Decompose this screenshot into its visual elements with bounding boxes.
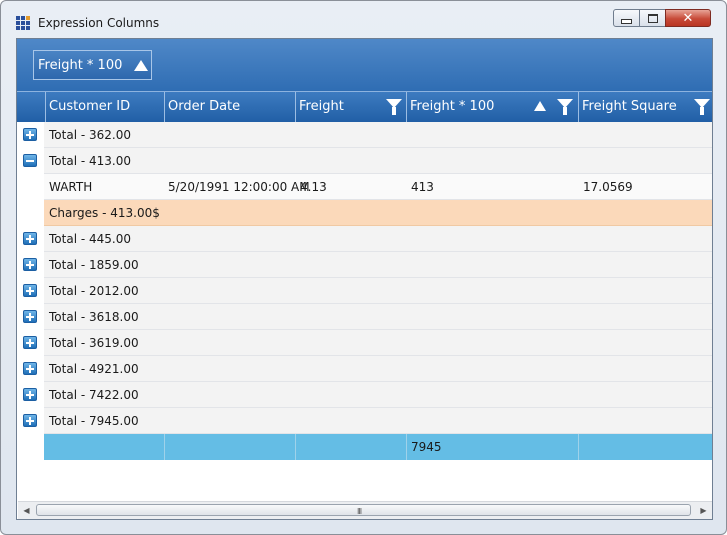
scrollbar-thumb[interactable]: III (36, 504, 691, 516)
application-window: Expression Columns ✕ Freight * 100 Custo… (0, 0, 727, 535)
column-header-label: Customer ID (49, 99, 131, 114)
expand-plus-icon[interactable] (23, 128, 37, 141)
group-header-label: Total - 2012.00 (49, 284, 139, 298)
minimize-button[interactable] (613, 9, 640, 27)
group-header-label: Total - 3619.00 (49, 336, 139, 350)
cell-order-date[interactable]: 5/20/1991 12:00:00 AM (168, 180, 310, 194)
cell-freight-square[interactable]: 17.0569 (583, 180, 633, 194)
group-row[interactable]: Total - 7422.00 (17, 382, 712, 408)
app-grid-icon (16, 16, 30, 30)
column-header-label: Order Date (168, 99, 241, 114)
group-row[interactable]: Total - 7945.00 (17, 408, 712, 434)
grid-rows: Total - 362.00 Total - 413.00 WARTH 5/20… (17, 122, 712, 462)
column-header-customer-id[interactable]: Customer ID (45, 92, 164, 122)
expand-plus-icon[interactable] (23, 414, 37, 427)
maximize-button[interactable] (639, 9, 666, 27)
expand-plus-icon[interactable] (23, 362, 37, 375)
group-header-label: Total - 7422.00 (49, 388, 139, 402)
group-row[interactable]: Total - 3619.00 (17, 330, 712, 356)
minimize-icon (621, 18, 632, 24)
title-bar[interactable]: Expression Columns ✕ (1, 1, 726, 35)
maximize-icon (647, 13, 658, 23)
close-button[interactable]: ✕ (665, 9, 711, 27)
cell-freight-100[interactable]: 413 (411, 180, 434, 194)
scroll-left-icon[interactable]: ◀ (18, 502, 35, 519)
expand-plus-icon[interactable] (23, 310, 37, 323)
filter-funnel-icon[interactable] (386, 99, 402, 115)
group-row[interactable]: Total - 413.00 (17, 148, 712, 174)
filter-funnel-icon[interactable] (694, 99, 710, 115)
table-row[interactable]: WARTH 5/20/1991 12:00:00 AM 4.13 413 17.… (17, 174, 712, 200)
group-row[interactable]: Total - 4921.00 (17, 356, 712, 382)
expand-plus-icon[interactable] (23, 284, 37, 297)
horizontal-scrollbar[interactable]: ◀ III ▶ (18, 501, 712, 519)
group-header-label: Total - 362.00 (49, 128, 131, 142)
group-chip-label: Freight * 100 (38, 58, 123, 73)
scrollbar-grip: III (357, 507, 362, 516)
expand-plus-icon[interactable] (23, 258, 37, 271)
group-header-label: Total - 413.00 (49, 154, 131, 168)
window-title: Expression Columns (38, 16, 160, 30)
scroll-right-icon[interactable]: ▶ (695, 502, 712, 519)
expand-plus-icon[interactable] (23, 388, 37, 401)
group-row[interactable]: Total - 2012.00 (17, 278, 712, 304)
cell-freight[interactable]: 4.13 (300, 180, 327, 194)
column-header-label: Freight * 100 (410, 99, 495, 114)
group-row[interactable]: Total - 1859.00 (17, 252, 712, 278)
group-panel: Freight * 100 (17, 39, 712, 91)
group-header-label: Total - 3618.00 (49, 310, 139, 324)
expand-plus-icon[interactable] (23, 336, 37, 349)
indent-header (17, 92, 45, 122)
grid-footer-row: 7945 (17, 434, 712, 460)
column-header-label: Freight Square (582, 99, 677, 114)
group-summary-label: Charges - 413.00$ (49, 206, 160, 220)
group-header-label: Total - 445.00 (49, 232, 131, 246)
group-row[interactable]: Total - 445.00 (17, 226, 712, 252)
collapse-minus-icon[interactable] (23, 154, 37, 167)
column-header-freight-100[interactable]: Freight * 100 (406, 92, 578, 122)
close-icon: ✕ (682, 10, 694, 26)
column-header-freight[interactable]: Freight (295, 92, 406, 122)
sort-ascending-icon (534, 101, 546, 111)
group-header-label: Total - 1859.00 (49, 258, 139, 272)
grid-view: Freight * 100 Customer ID Order Date Fre… (16, 38, 713, 520)
group-footer-row: Charges - 413.00$ (17, 200, 712, 226)
expand-plus-icon[interactable] (23, 232, 37, 245)
column-header-freight-square[interactable]: Freight Square (578, 92, 712, 122)
group-by-chip-freight-100[interactable]: Freight * 100 (33, 50, 152, 80)
group-header-label: Total - 7945.00 (49, 414, 139, 428)
footer-freight-100-total: 7945 (411, 440, 442, 454)
column-header-label: Freight (299, 99, 344, 114)
group-row[interactable]: Total - 362.00 (17, 122, 712, 148)
column-header-order-date[interactable]: Order Date (164, 92, 295, 122)
group-row[interactable]: Total - 3618.00 (17, 304, 712, 330)
group-header-label: Total - 4921.00 (49, 362, 139, 376)
filter-funnel-icon[interactable] (557, 99, 573, 115)
sort-ascending-icon[interactable] (134, 60, 148, 71)
column-header-row: Customer ID Order Date Freight Freight *… (17, 91, 712, 122)
cell-customer-id[interactable]: WARTH (49, 180, 92, 194)
